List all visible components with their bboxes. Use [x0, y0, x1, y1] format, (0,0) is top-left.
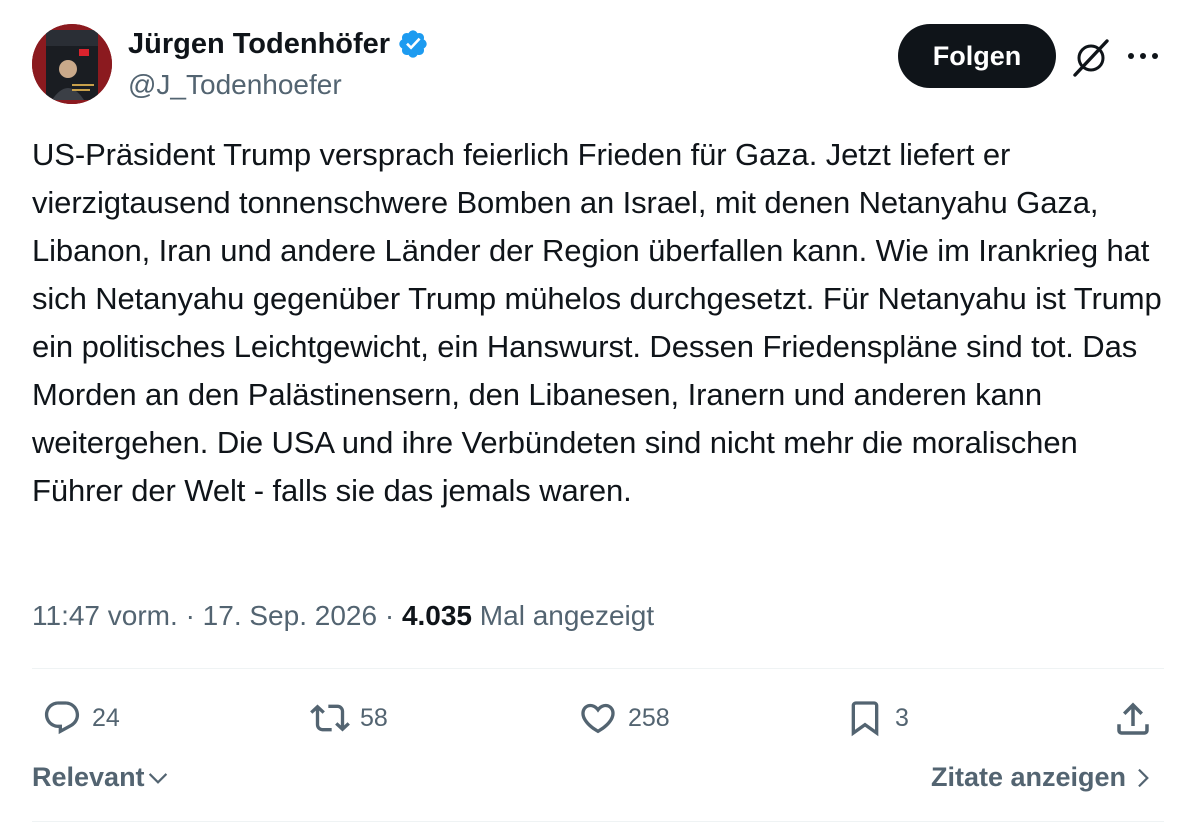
meta-separator: ·	[185, 600, 195, 631]
view-count: 4.035	[401, 600, 473, 631]
bookmark-button[interactable]: 3	[845, 696, 909, 740]
sort-label: Relevant	[32, 762, 145, 792]
avatar[interactable]	[32, 24, 112, 104]
views-label: Mal angezeigt	[479, 600, 655, 631]
heart-icon	[581, 703, 615, 734]
repost-icon	[310, 704, 350, 732]
share-icon[interactable]	[1112, 698, 1154, 740]
sort-dropdown[interactable]: Relevant	[32, 762, 171, 793]
quotes-label: Zitate anzeigen	[930, 762, 1126, 792]
author-name-row[interactable]: Jürgen Todenhöfer	[128, 26, 429, 62]
author-handle[interactable]: @J_Todenhoefer	[128, 67, 342, 103]
follow-button[interactable]: Folgen	[898, 24, 1056, 88]
more-icon[interactable]	[1124, 40, 1162, 72]
bookmark-icon	[851, 701, 879, 737]
tweet-time[interactable]: 11:47 vorm.	[32, 600, 178, 631]
reply-count: 24	[92, 703, 120, 732]
bookmark-count: 3	[895, 703, 909, 732]
avatar-image	[32, 24, 112, 104]
author-name[interactable]: Jürgen Todenhöfer	[128, 26, 390, 62]
repost-button[interactable]: 58	[310, 696, 388, 740]
view-quotes-link[interactable]: Zitate anzeigen	[931, 762, 1156, 793]
chevron-right-icon	[1138, 768, 1149, 787]
grok-icon[interactable]	[1070, 37, 1112, 79]
divider	[32, 821, 1164, 822]
meta-separator: ·	[384, 600, 395, 631]
like-button[interactable]: 258	[578, 696, 670, 740]
verified-badge-icon[interactable]	[397, 28, 429, 60]
divider	[32, 668, 1164, 669]
repost-count: 58	[360, 703, 388, 732]
tweet-text: US-Präsident Trump versprach feierlich F…	[32, 137, 1162, 508]
chevron-down-icon	[148, 772, 167, 784]
tweet-date[interactable]: 17. Sep. 2026	[203, 600, 377, 631]
reply-button[interactable]: 24	[42, 696, 120, 740]
reply-icon	[44, 701, 80, 735]
tweet-meta: 11:47 vorm. · 17. Sep. 2026 · 4.035 Mal …	[32, 598, 654, 634]
like-count: 258	[628, 703, 670, 732]
